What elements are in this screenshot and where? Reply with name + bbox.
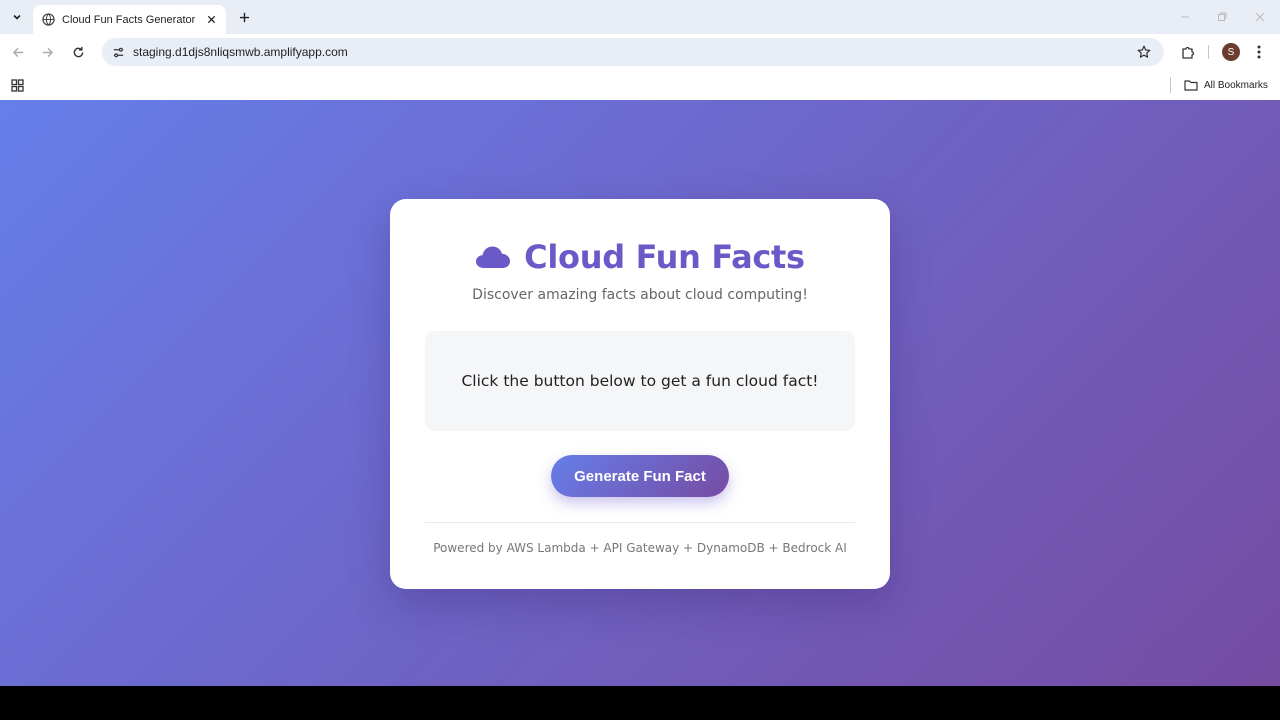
fact-text: Click the button below to get a fun clou… — [461, 372, 819, 390]
tab-title: Cloud Fun Facts Generator — [62, 13, 196, 26]
puzzle-icon — [1182, 46, 1195, 59]
active-tab[interactable]: Cloud Fun Facts Generator — [33, 5, 226, 34]
all-bookmarks-button[interactable]: All Bookmarks — [1184, 76, 1268, 94]
profile-initial: S — [1227, 46, 1235, 58]
folder-icon — [1184, 79, 1198, 91]
address-bar[interactable]: staging.d1djs8nliqsmwb.amplifyapp.com — [102, 38, 1164, 66]
title-row: Cloud Fun Facts — [390, 237, 890, 277]
bookmarks-bar: All Bookmarks — [0, 70, 1280, 100]
arrow-left-icon — [12, 47, 23, 57]
grid-icon — [10, 78, 24, 92]
tab-strip: Cloud Fun Facts Generator — [0, 0, 1280, 34]
back-button[interactable] — [6, 40, 30, 64]
restore-button[interactable] — [1211, 6, 1233, 28]
browser-toolbar: staging.d1djs8nliqsmwb.amplifyapp.com S — [0, 34, 1280, 70]
restore-icon — [1218, 12, 1227, 21]
page-title: Cloud Fun Facts — [524, 238, 805, 276]
reload-icon — [73, 46, 83, 57]
page-viewport: Cloud Fun Facts Discover amazing facts a… — [0, 100, 1280, 686]
reload-button[interactable] — [66, 40, 90, 64]
bookmarks-separator — [1170, 77, 1171, 93]
arrow-right-icon — [42, 47, 53, 57]
extensions-button[interactable] — [1176, 40, 1200, 64]
apps-button[interactable] — [8, 76, 26, 94]
more-vertical-icon — [1257, 45, 1261, 59]
minimize-icon — [1181, 16, 1189, 18]
url-text[interactable]: staging.d1djs8nliqsmwb.amplifyapp.com — [133, 45, 1136, 59]
forward-button[interactable] — [35, 40, 59, 64]
all-bookmarks-label: All Bookmarks — [1204, 79, 1268, 91]
close-tab-icon[interactable] — [204, 13, 218, 27]
cloud-icon — [475, 244, 511, 270]
browser-menu-button[interactable] — [1252, 40, 1266, 64]
toolbar-separator — [1208, 45, 1209, 59]
new-tab-button[interactable] — [234, 7, 254, 27]
plus-icon — [239, 12, 249, 22]
footer-text: Powered by AWS Lambda + API Gateway + Dy… — [433, 541, 847, 555]
fact-card: Cloud Fun Facts Discover amazing facts a… — [390, 199, 890, 589]
page-subtitle: Discover amazing facts about cloud compu… — [472, 287, 808, 303]
globe-icon — [41, 13, 55, 27]
site-info-icon[interactable] — [110, 44, 126, 60]
generate-fact-button[interactable]: Generate Fun Fact — [551, 455, 729, 497]
close-icon — [1255, 12, 1265, 22]
chevron-down-icon — [13, 14, 21, 20]
fact-display: Click the button below to get a fun clou… — [425, 331, 855, 431]
minimize-button[interactable] — [1174, 6, 1196, 28]
profile-avatar[interactable]: S — [1222, 43, 1240, 61]
tab-search-button[interactable] — [7, 7, 27, 27]
taskbar — [0, 686, 1280, 720]
footer-divider — [425, 522, 855, 523]
close-window-button[interactable] — [1249, 6, 1271, 28]
bookmark-star-icon[interactable] — [1136, 44, 1152, 60]
